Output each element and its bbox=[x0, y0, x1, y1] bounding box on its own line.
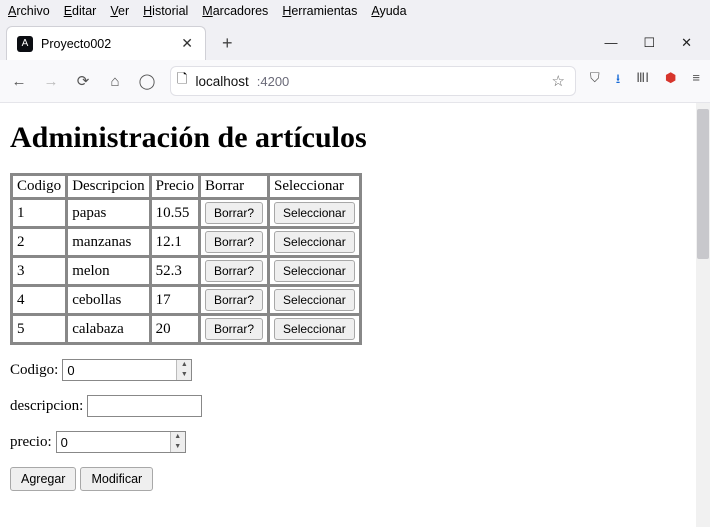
borrar-button[interactable]: Borrar? bbox=[205, 202, 263, 224]
new-tab-icon[interactable]: + bbox=[216, 33, 239, 54]
vertical-scrollbar[interactable] bbox=[696, 103, 710, 527]
codigo-stepper[interactable]: ▲▼ bbox=[176, 360, 191, 380]
url-bar[interactable]: 🗋 localhost :4200 ☆ bbox=[170, 66, 576, 96]
precio-input[interactable] bbox=[56, 431, 186, 453]
codigo-label: Codigo: bbox=[10, 362, 58, 379]
cell-precio: 17 bbox=[151, 286, 199, 314]
menu-herramientas[interactable]: Herramientas bbox=[282, 4, 357, 18]
precio-stepper[interactable]: ▲▼ bbox=[170, 432, 185, 452]
cell-codigo: 2 bbox=[12, 228, 66, 256]
page-content: Administración de artículos Codigo Descr… bbox=[0, 103, 710, 501]
forward-icon: → bbox=[42, 73, 60, 90]
seleccionar-button[interactable]: Seleccionar bbox=[274, 202, 355, 224]
table-row: 1papas10.55 Borrar? Seleccionar bbox=[12, 199, 360, 227]
cell-codigo: 1 bbox=[12, 199, 66, 227]
favicon-angular-icon: A bbox=[17, 36, 33, 52]
page-viewport: Administración de artículos Codigo Descr… bbox=[0, 103, 710, 527]
menu-ayuda[interactable]: Ayuda bbox=[371, 4, 406, 18]
toolbar-icons: ⛉ ⭳ ⅢⅠ ⬢ ≡ bbox=[590, 70, 700, 92]
browser-tab[interactable]: A Proyecto002 ✕ bbox=[6, 26, 206, 60]
table-row: 4cebollas17 Borrar? Seleccionar bbox=[12, 286, 360, 314]
seleccionar-button[interactable]: Seleccionar bbox=[274, 289, 355, 311]
url-port: :4200 bbox=[257, 74, 290, 89]
menu-archivo[interactable]: Archivo bbox=[8, 4, 50, 18]
page-title: Administración de artículos bbox=[10, 121, 700, 155]
descripcion-label: descripcion: bbox=[10, 398, 83, 415]
menu-marcadores[interactable]: Marcadores bbox=[202, 4, 268, 18]
seleccionar-button[interactable]: Seleccionar bbox=[274, 260, 355, 282]
col-descripcion: Descripcion bbox=[67, 175, 149, 198]
articles-table: Codigo Descripcion Precio Borrar Selecci… bbox=[10, 173, 362, 345]
borrar-button[interactable]: Borrar? bbox=[205, 289, 263, 311]
cell-precio: 12.1 bbox=[151, 228, 199, 256]
library-icon[interactable]: ⅢⅠ bbox=[636, 70, 649, 92]
table-row: 3melon52.3 Borrar? Seleccionar bbox=[12, 257, 360, 285]
menu-historial[interactable]: Historial bbox=[143, 4, 188, 18]
table-row: 2manzanas12.1 Borrar? Seleccionar bbox=[12, 228, 360, 256]
lock-icon: 🗋 bbox=[177, 70, 187, 92]
col-precio: Precio bbox=[151, 175, 199, 198]
cell-descripcion: calabaza bbox=[67, 315, 149, 343]
modificar-button[interactable]: Modificar bbox=[80, 467, 153, 491]
url-host: localhost bbox=[195, 74, 248, 89]
close-tab-icon[interactable]: ✕ bbox=[179, 35, 195, 52]
close-window-icon[interactable]: ✕ bbox=[681, 35, 692, 51]
cell-codigo: 4 bbox=[12, 286, 66, 314]
cell-precio: 52.3 bbox=[151, 257, 199, 285]
table-row: 5calabaza20 Borrar? Seleccionar bbox=[12, 315, 360, 343]
menu-bar: Archivo Editar Ver Historial Marcadores … bbox=[0, 0, 710, 22]
table-header-row: Codigo Descripcion Precio Borrar Selecci… bbox=[12, 175, 360, 198]
agregar-button[interactable]: Agregar bbox=[10, 467, 76, 491]
col-seleccionar: Seleccionar bbox=[269, 175, 360, 198]
pocket-icon[interactable]: ⛉ bbox=[590, 70, 600, 92]
scrollbar-thumb[interactable] bbox=[697, 109, 709, 259]
form-buttons: Agregar Modificar bbox=[10, 467, 700, 491]
cell-codigo: 5 bbox=[12, 315, 66, 343]
shield-permission-icon[interactable]: ◯ bbox=[138, 72, 156, 90]
form-row-precio: precio: ▲▼ bbox=[10, 431, 700, 453]
reload-icon[interactable]: ⟳ bbox=[74, 72, 92, 90]
window-controls: — ☐ ✕ bbox=[604, 35, 704, 51]
cell-descripcion: melon bbox=[67, 257, 149, 285]
borrar-button[interactable]: Borrar? bbox=[205, 231, 263, 253]
menu-editar[interactable]: Editar bbox=[64, 4, 97, 18]
tab-title: Proyecto002 bbox=[41, 37, 111, 51]
nav-bar: ← → ⟳ ⌂ ◯ 🗋 localhost :4200 ☆ ⛉ ⭳ ⅢⅠ ⬢ ≡ bbox=[0, 60, 710, 103]
cell-precio: 20 bbox=[151, 315, 199, 343]
seleccionar-button[interactable]: Seleccionar bbox=[274, 318, 355, 340]
seleccionar-button[interactable]: Seleccionar bbox=[274, 231, 355, 253]
cell-descripcion: cebollas bbox=[67, 286, 149, 314]
menu-ver[interactable]: Ver bbox=[110, 4, 129, 18]
codigo-input[interactable] bbox=[62, 359, 192, 381]
col-borrar: Borrar bbox=[200, 175, 268, 198]
download-icon[interactable]: ⭳ bbox=[616, 70, 621, 92]
maximize-icon[interactable]: ☐ bbox=[643, 35, 655, 51]
col-codigo: Codigo bbox=[12, 175, 66, 198]
app-menu-icon[interactable]: ≡ bbox=[692, 70, 700, 92]
cell-descripcion: papas bbox=[67, 199, 149, 227]
cell-descripcion: manzanas bbox=[67, 228, 149, 256]
borrar-button[interactable]: Borrar? bbox=[205, 318, 263, 340]
cell-precio: 10.55 bbox=[151, 199, 199, 227]
bookmark-star-icon[interactable]: ☆ bbox=[551, 72, 564, 90]
form-row-codigo: Codigo: ▲▼ bbox=[10, 359, 700, 381]
cell-codigo: 3 bbox=[12, 257, 66, 285]
borrar-button[interactable]: Borrar? bbox=[205, 260, 263, 282]
security-shield-icon[interactable]: ⬢ bbox=[665, 70, 676, 92]
precio-label: precio: bbox=[10, 434, 52, 451]
back-icon[interactable]: ← bbox=[10, 73, 28, 90]
form-row-descripcion: descripcion: bbox=[10, 395, 700, 417]
minimize-icon[interactable]: — bbox=[604, 35, 617, 51]
descripcion-input[interactable] bbox=[87, 395, 202, 417]
home-icon[interactable]: ⌂ bbox=[106, 73, 124, 90]
tab-bar: A Proyecto002 ✕ + — ☐ ✕ bbox=[0, 22, 710, 60]
